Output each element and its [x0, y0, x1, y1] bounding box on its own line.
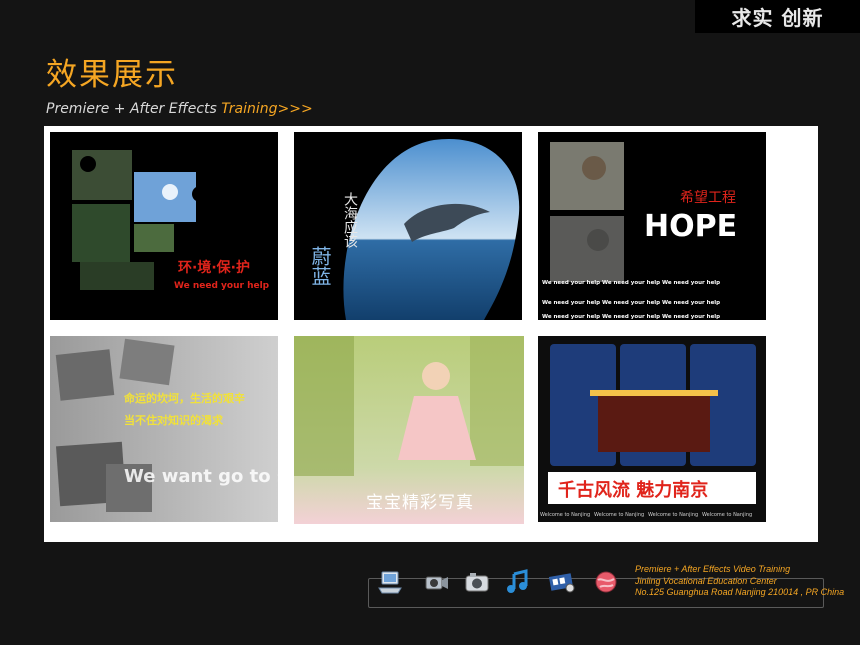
gallery-panel: 环·境·保·护 We need your help 大海应该 蔚蓝 希望工程 H…: [44, 126, 818, 542]
gallery-tile-nanjing[interactable]: 千古风流 魅力南京 Welcome to Nanjing Welcome to …: [538, 336, 766, 522]
computer-icon[interactable]: [374, 566, 406, 598]
hope-repeat-text-2: We need your help: [602, 280, 660, 286]
film-icon[interactable]: [546, 566, 578, 598]
footer-info: Premiere + After Effects Video Training …: [635, 564, 844, 599]
hope-repeat-text-9: We need your help: [662, 314, 720, 320]
hope-repeat-text-3: We need your help: [662, 280, 720, 286]
gallery-tile-baby[interactable]: 宝宝精彩写真: [294, 336, 524, 524]
dolphin-caption-cn: 大海应该: [342, 192, 358, 248]
nanjing-image: 千古风流 魅力南京 Welcome to Nanjing Welcome to …: [538, 336, 766, 522]
baby-image: 宝宝精彩写真: [294, 336, 524, 524]
hope-caption-cn: 希望工程: [680, 190, 736, 206]
school-caption-cn2: 当不住对知识的渴求: [124, 413, 224, 427]
school-caption-en: We want go to school: [124, 466, 278, 487]
nanjing-repeat-text-4: Welcome to Nanjing: [702, 512, 752, 518]
footer-line-2: Jinling Vocational Education Center: [635, 575, 777, 586]
hope-repeat-text-8: We need your help: [602, 314, 660, 320]
dolphin-image: 大海应该 蔚蓝: [294, 132, 522, 320]
subtitle-prefix: Premiere + After Effects: [46, 101, 222, 117]
nanjing-repeat-text-2: Welcome to Nanjing: [594, 512, 644, 518]
hope-repeat-text-4: We need your help: [542, 300, 600, 306]
hope-repeat-text-7: We need your help: [542, 314, 600, 320]
camera-icon[interactable]: [461, 566, 493, 598]
globe-icon[interactable]: [590, 566, 622, 598]
nanjing-caption-cn: 千古风流 魅力南京: [558, 479, 708, 501]
camcorder-icon[interactable]: [420, 566, 452, 598]
hope-caption-en: HOPE: [644, 209, 737, 244]
motto-badge: 求实 创新: [695, 0, 860, 33]
dolphin-caption-cn2: 蔚蓝: [308, 246, 332, 286]
slide: 求实 创新 效果展示 Premiere + After Effects Trai…: [0, 0, 860, 645]
environment-caption-cn: 环·境·保·护: [178, 259, 250, 276]
footer-line-1: Premiere + After Effects Video Training: [635, 564, 791, 574]
baby-caption-cn: 宝宝精彩写真: [366, 493, 474, 513]
school-caption-cn1: 命运的坎坷，生活的艰辛: [123, 391, 245, 405]
school-image: 命运的坎坷，生活的艰辛 当不住对知识的渴求 We want go to scho…: [50, 336, 278, 522]
gallery-tile-environment[interactable]: 环·境·保·护 We need your help: [50, 132, 278, 320]
hope-image: 希望工程 HOPE We need your help We need your…: [538, 132, 766, 320]
gallery-tile-hope[interactable]: 希望工程 HOPE We need your help We need your…: [538, 132, 766, 320]
page-title: 效果展示: [46, 57, 178, 93]
gallery-tile-school[interactable]: 命运的坎坷，生活的艰辛 当不住对知识的渴求 We want go to scho…: [50, 336, 278, 522]
environment-caption-en: We need your help: [174, 281, 270, 291]
environment-image: 环·境·保·护 We need your help: [50, 132, 278, 320]
gallery-tile-dolphin[interactable]: 大海应该 蔚蓝: [294, 132, 522, 320]
page-subtitle: Premiere + After Effects Training>>>: [46, 101, 313, 117]
nanjing-repeat-text-3: Welcome to Nanjing: [648, 512, 698, 518]
subtitle-highlight: Training>>>: [221, 101, 313, 117]
hope-repeat-text-6: We need your help: [662, 300, 720, 306]
hope-repeat-text-1: We need your help: [542, 280, 600, 286]
music-icon[interactable]: [502, 566, 534, 598]
nanjing-repeat-text-1: Welcome to Nanjing: [540, 512, 590, 518]
footer-line-3: No.125 Guanghua Road Nanjing 210014 , PR…: [635, 587, 845, 597]
hope-repeat-text-5: We need your help: [602, 300, 660, 306]
